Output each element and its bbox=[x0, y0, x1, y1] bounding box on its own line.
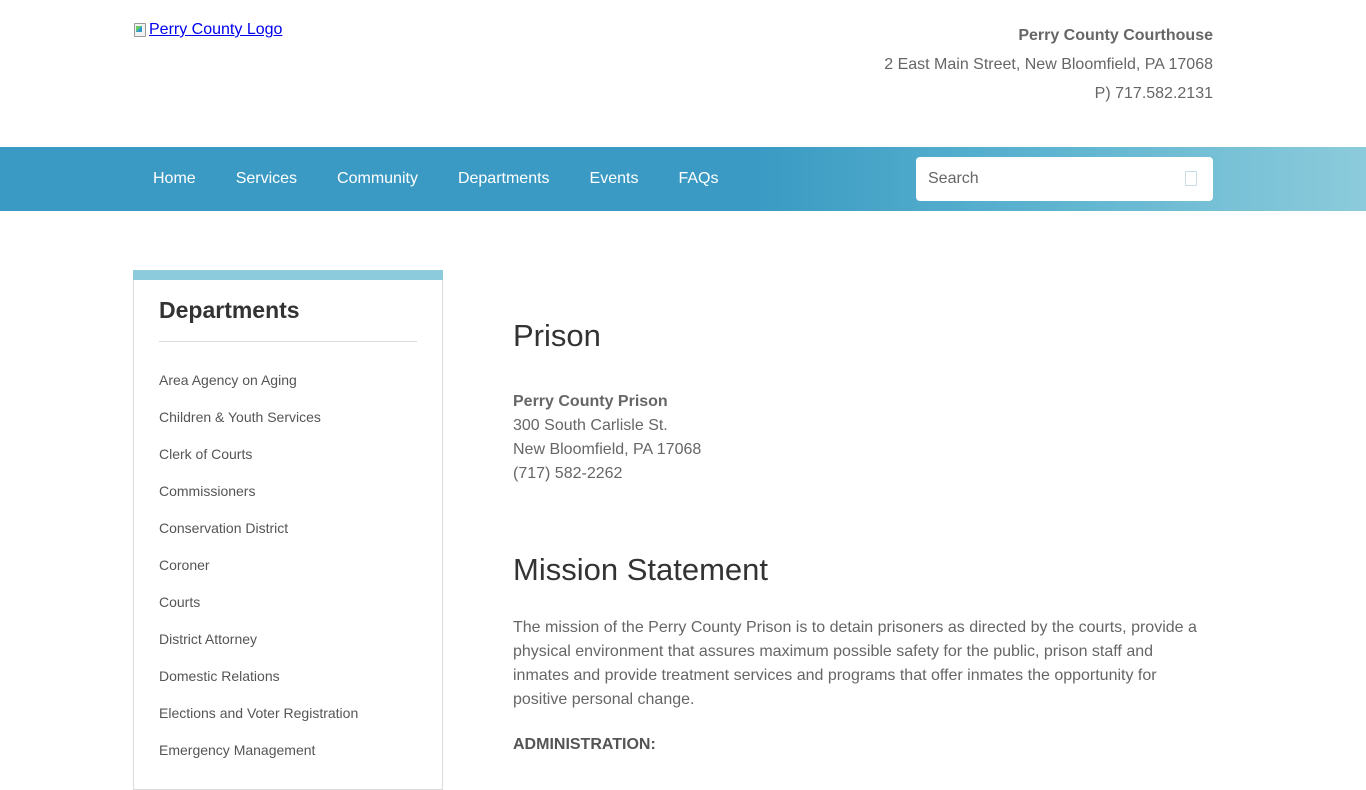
nav-events[interactable]: Events bbox=[570, 147, 659, 211]
site-logo-link[interactable]: Perry County Logo bbox=[133, 21, 282, 39]
logo-alt-text: Perry County Logo bbox=[149, 21, 283, 38]
nav-home[interactable]: Home bbox=[133, 147, 216, 211]
sidebar-accent-bar bbox=[133, 270, 443, 280]
broken-image-icon bbox=[133, 22, 147, 38]
prison-name: Perry County Prison bbox=[513, 393, 668, 410]
sidebar-divider bbox=[159, 341, 417, 342]
sidebar-item-elections-voter-registration[interactable]: Elections and Voter Registration bbox=[159, 703, 358, 740]
sidebar-item-domestic-relations[interactable]: Domestic Relations bbox=[159, 666, 358, 703]
search-input[interactable] bbox=[916, 157, 1166, 201]
sidebar-item-coroner[interactable]: Coroner bbox=[159, 555, 358, 592]
nav-services[interactable]: Services bbox=[216, 147, 317, 211]
prison-phone: (717) 582-2262 bbox=[513, 465, 623, 482]
page-title: Prison bbox=[513, 318, 601, 353]
nav-departments[interactable]: Departments bbox=[438, 147, 570, 211]
prison-contact: Perry County Prison 300 South Carlisle S… bbox=[513, 390, 701, 486]
sidebar-list: Area Agency on Aging Children & Youth Se… bbox=[159, 370, 358, 777]
courthouse-address: Perry County Courthouse 2 East Main Stre… bbox=[884, 21, 1213, 108]
sidebar-item-area-agency-on-aging[interactable]: Area Agency on Aging bbox=[159, 370, 358, 407]
search-box bbox=[916, 157, 1213, 201]
sidebar-title: Departments bbox=[159, 297, 300, 323]
departments-sidebar: Departments Area Agency on Aging Childre… bbox=[133, 270, 443, 790]
courthouse-street: 2 East Main Street, New Bloomfield, PA 1… bbox=[884, 56, 1213, 73]
prison-street: 300 South Carlisle St. bbox=[513, 417, 668, 434]
prison-city: New Bloomfield, PA 17068 bbox=[513, 441, 702, 458]
main-nav: Home Services Community Departments Even… bbox=[0, 147, 1366, 211]
sidebar-item-district-attorney[interactable]: District Attorney bbox=[159, 629, 358, 666]
sidebar-item-conservation-district[interactable]: Conservation District bbox=[159, 518, 358, 555]
sidebar-item-clerk-of-courts[interactable]: Clerk of Courts bbox=[159, 444, 358, 481]
site-header: Perry County Logo Perry County Courthous… bbox=[0, 0, 1366, 147]
administration-heading: ADMINISTRATION: bbox=[513, 736, 656, 753]
courthouse-name: Perry County Courthouse bbox=[1018, 27, 1213, 44]
nav-faqs[interactable]: FAQs bbox=[658, 147, 738, 211]
mission-text: The mission of the Perry County Prison i… bbox=[513, 619, 1197, 708]
nav-items: Home Services Community Departments Even… bbox=[133, 147, 738, 211]
search-icon[interactable] bbox=[1185, 171, 1197, 186]
nav-community[interactable]: Community bbox=[317, 147, 438, 211]
sidebar-item-courts[interactable]: Courts bbox=[159, 592, 358, 629]
sidebar-item-emergency-management[interactable]: Emergency Management bbox=[159, 740, 358, 777]
sidebar-item-commissioners[interactable]: Commissioners bbox=[159, 481, 358, 518]
courthouse-phone: P) 717.582.2131 bbox=[1094, 85, 1213, 102]
sidebar-item-children-youth-services[interactable]: Children & Youth Services bbox=[159, 407, 358, 444]
mission-title: Mission Statement bbox=[513, 552, 768, 587]
